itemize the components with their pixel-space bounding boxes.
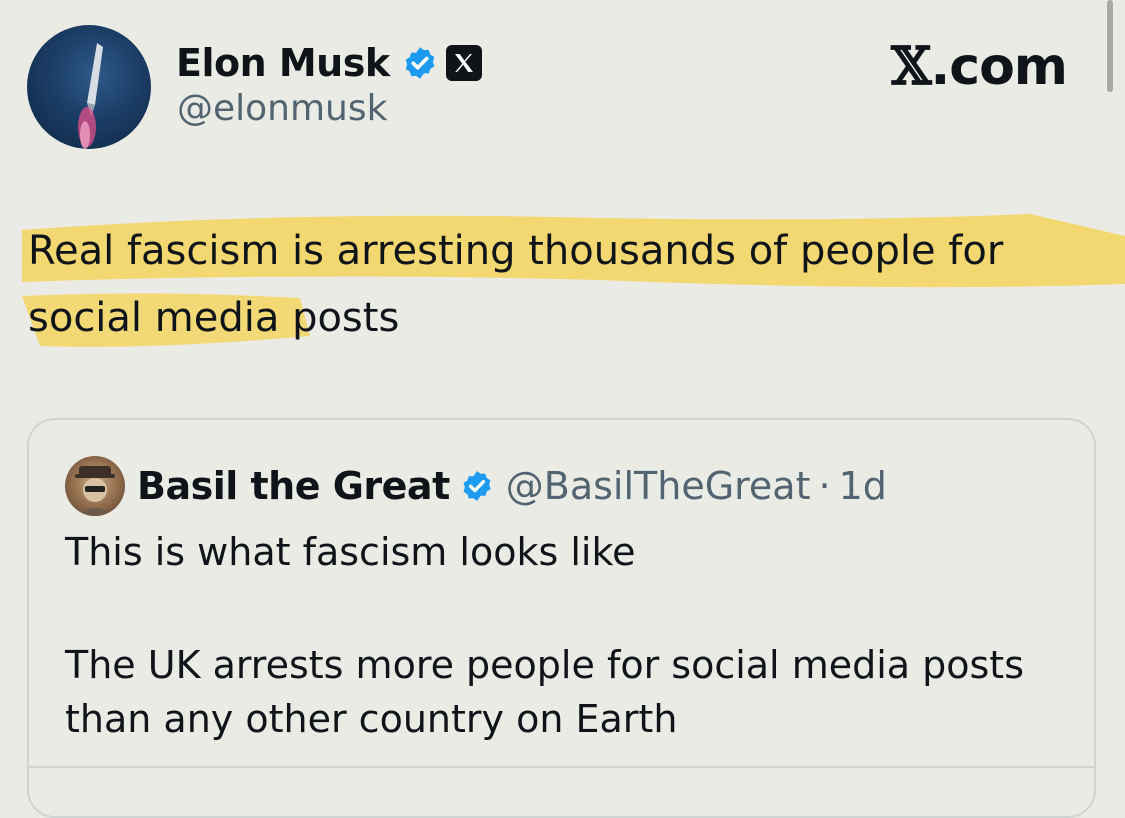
brand-suffix: .com: [930, 37, 1068, 97]
author-handle[interactable]: @elonmusk: [177, 88, 387, 129]
separator-dot: ·: [818, 464, 831, 508]
brand-watermark: 𝕏.com: [891, 36, 1068, 97]
author-name-row: Elon Musk: [176, 38, 482, 88]
quoted-header: Basil the Great @BasilTheGreat · 1d: [137, 460, 887, 512]
x-logo-icon[interactable]: [445, 45, 482, 81]
dog-portrait-icon: [75, 466, 115, 516]
quoted-text-paragraph-2: The UK arrests more people for social me…: [65, 643, 1024, 741]
quoted-author-avatar[interactable]: [65, 456, 125, 516]
quoted-timestamp[interactable]: 1d: [839, 464, 887, 508]
verified-badge-icon: [405, 47, 435, 79]
x-brand-icon: 𝕏: [891, 36, 931, 97]
scrollbar[interactable]: [1107, 0, 1113, 92]
quoted-text-line-1: This is what fascism looks like: [65, 530, 636, 574]
tweet-text-line-2: social media posts: [28, 295, 400, 341]
author-display-name[interactable]: Elon Musk: [176, 41, 390, 85]
rocket-icon: [78, 43, 103, 149]
quoted-display-name[interactable]: Basil the Great: [137, 464, 450, 508]
quoted-divider: [29, 766, 1094, 768]
tweet-text: Real fascism is arresting thousands of p…: [28, 218, 1108, 352]
author-avatar[interactable]: [27, 25, 151, 149]
quoted-handle[interactable]: @BasilTheGreat: [506, 464, 811, 508]
quoted-tweet[interactable]: Basil the Great @BasilTheGreat · 1d This…: [27, 418, 1096, 818]
tweet-text-line-1: Real fascism is arresting thousands of p…: [28, 228, 1004, 274]
verified-badge-icon: [463, 471, 491, 501]
